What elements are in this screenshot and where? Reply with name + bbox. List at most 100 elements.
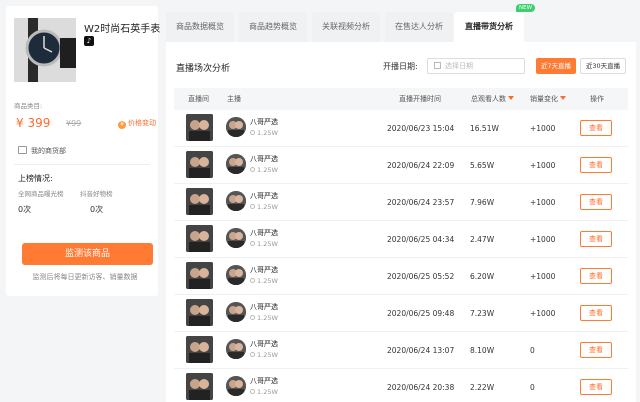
anchor-name[interactable]: 八哥严选 (250, 228, 278, 238)
date-placeholder: 选择日期 (445, 62, 473, 70)
sort-desc-icon (508, 96, 514, 100)
live-room-thumbnail[interactable] (186, 373, 213, 400)
anchor-fans: 1.25W (250, 388, 278, 396)
start-time: 2020/06/24 13:07 (387, 346, 455, 355)
rank-title: 上榜情况: (18, 174, 53, 183)
view-button[interactable]: 查看 (580, 268, 612, 284)
table-row: 八哥严选 1.25W 2020/06/25 04:34 2.47W +1000 查看 (174, 221, 628, 258)
rank-label: 抖音好物榜 (80, 190, 113, 198)
anchor-name[interactable]: 八哥严选 (250, 302, 278, 312)
fans-icon (250, 241, 255, 246)
price-change-icon: ¥ (118, 121, 126, 129)
table-row: 八哥严选 1.25W 2020/06/24 23:57 7.96W +1000 查看 (174, 184, 628, 221)
live-room-thumbnail[interactable] (186, 336, 213, 363)
total-views: 16.51W (470, 124, 499, 133)
anchor-name[interactable]: 八哥严选 (250, 154, 278, 164)
total-views: 5.65W (470, 161, 495, 170)
anchor-name[interactable]: 八哥严选 (250, 265, 278, 275)
live-room-thumbnail[interactable] (186, 188, 213, 215)
store-link[interactable]: 我的商货部 (18, 146, 66, 156)
date-picker-input[interactable]: 选择日期 (427, 58, 525, 74)
col-sales-sort[interactable]: 销量变化 (530, 88, 566, 110)
new-badge: NEW (516, 4, 536, 12)
col-room: 直播间 (188, 95, 209, 103)
fans-icon (250, 130, 255, 135)
anchor-avatar[interactable] (226, 191, 246, 211)
start-time: 2020/06/24 22:09 (387, 161, 455, 170)
anchor-fans: 1.25W (250, 351, 278, 359)
tab-bar: 商品数据概览 商品趋势概览 关联视频分析 在售达人分析 直播带货分析 (166, 6, 636, 42)
live-analysis-panel: 直播场次分析 开播日期: 选择日期 近7天直播 近30天直播 直播间 主播 直播… (166, 42, 636, 402)
sales-change: +1000 (530, 309, 556, 318)
start-time: 2020/06/25 04:34 (387, 235, 455, 244)
view-button[interactable]: 查看 (580, 157, 612, 173)
col-views: 总观看人数 (471, 95, 506, 103)
anchor-avatar[interactable] (226, 302, 246, 322)
col-views-sort[interactable]: 总观看人数 (471, 88, 514, 110)
product-title: W2时尚石英手表 (84, 24, 161, 35)
view-button[interactable]: 查看 (580, 379, 612, 395)
anchor-name[interactable]: 八哥严选 (250, 117, 278, 127)
anchor-avatar[interactable] (226, 228, 246, 248)
tab-product-trend[interactable]: 商品趋势概览 (239, 12, 307, 42)
start-time: 2020/06/25 09:48 (387, 309, 455, 318)
anchor-fans: 1.25W (250, 166, 278, 174)
tab-influencer-analysis[interactable]: 在售达人分析 (385, 12, 453, 42)
live-room-thumbnail[interactable] (186, 262, 213, 289)
start-time: 2020/06/25 05:52 (387, 272, 455, 281)
store-icon (18, 146, 27, 154)
anchor-avatar[interactable] (226, 339, 246, 359)
anchor-avatar[interactable] (226, 265, 246, 285)
section-title: 直播场次分析 (176, 64, 231, 74)
live-room-thumbnail[interactable] (186, 225, 213, 252)
price-change-label: 价格变动 (128, 119, 156, 127)
rank-value: 0次 (90, 205, 104, 214)
date-label: 开播日期: (383, 62, 418, 71)
tab-product-overview[interactable]: 商品数据概览 (166, 12, 234, 42)
live-room-thumbnail[interactable] (186, 299, 213, 326)
view-button[interactable]: 查看 (580, 231, 612, 247)
start-time: 2020/06/24 20:38 (387, 383, 455, 392)
table-row: 八哥严选 1.25W 2020/06/24 13:07 8.10W 0 查看 (174, 332, 628, 369)
range-7-days-button[interactable]: 近7天直播 (536, 58, 576, 74)
tab-live-analysis[interactable]: 直播带货分析 (454, 12, 524, 42)
total-views: 2.47W (470, 235, 495, 244)
col-start-time: 直播开播时间 (399, 95, 441, 103)
fans-count: 1.25W (257, 351, 278, 359)
view-button[interactable]: 查看 (580, 194, 612, 210)
anchor-fans: 1.25W (250, 277, 278, 285)
sort-desc-icon (560, 96, 566, 100)
fans-count: 1.25W (257, 277, 278, 285)
sales-change: +1000 (530, 272, 556, 281)
rank-label: 全网商品曝光榜 (18, 190, 64, 198)
original-price: ¥99 (66, 119, 82, 128)
anchor-avatar[interactable] (226, 154, 246, 174)
fans-icon (250, 389, 255, 394)
anchor-name[interactable]: 八哥严选 (250, 191, 278, 201)
price-change-link[interactable]: ¥ 价格变动 (118, 118, 156, 129)
live-room-thumbnail[interactable] (186, 151, 213, 178)
sales-change: +1000 (530, 198, 556, 207)
view-button[interactable]: 查看 (580, 120, 612, 136)
total-views: 7.23W (470, 309, 495, 318)
view-button[interactable]: 查看 (580, 342, 612, 358)
monitor-product-button[interactable]: 监测该商品 (22, 243, 153, 265)
tab-related-videos[interactable]: 关联视频分析 (312, 12, 380, 42)
anchor-avatar[interactable] (226, 376, 246, 396)
anchor-name[interactable]: 八哥严选 (250, 339, 278, 349)
start-time: 2020/06/23 15:04 (387, 124, 455, 133)
start-time: 2020/06/24 23:57 (387, 198, 455, 207)
live-room-thumbnail[interactable] (186, 114, 213, 141)
total-views: 2.22W (470, 383, 495, 392)
fans-icon (250, 278, 255, 283)
sales-change: 0 (530, 346, 535, 355)
anchor-name[interactable]: 八哥严选 (250, 376, 278, 386)
view-button[interactable]: 查看 (580, 305, 612, 321)
anchor-avatar[interactable] (226, 117, 246, 137)
fans-count: 1.25W (257, 203, 278, 211)
range-30-days-button[interactable]: 近30天直播 (580, 58, 626, 74)
col-action: 操作 (590, 95, 604, 103)
store-label: 我的商货部 (31, 147, 66, 155)
product-price: ¥ 399 (16, 116, 51, 130)
calendar-icon (434, 62, 441, 69)
